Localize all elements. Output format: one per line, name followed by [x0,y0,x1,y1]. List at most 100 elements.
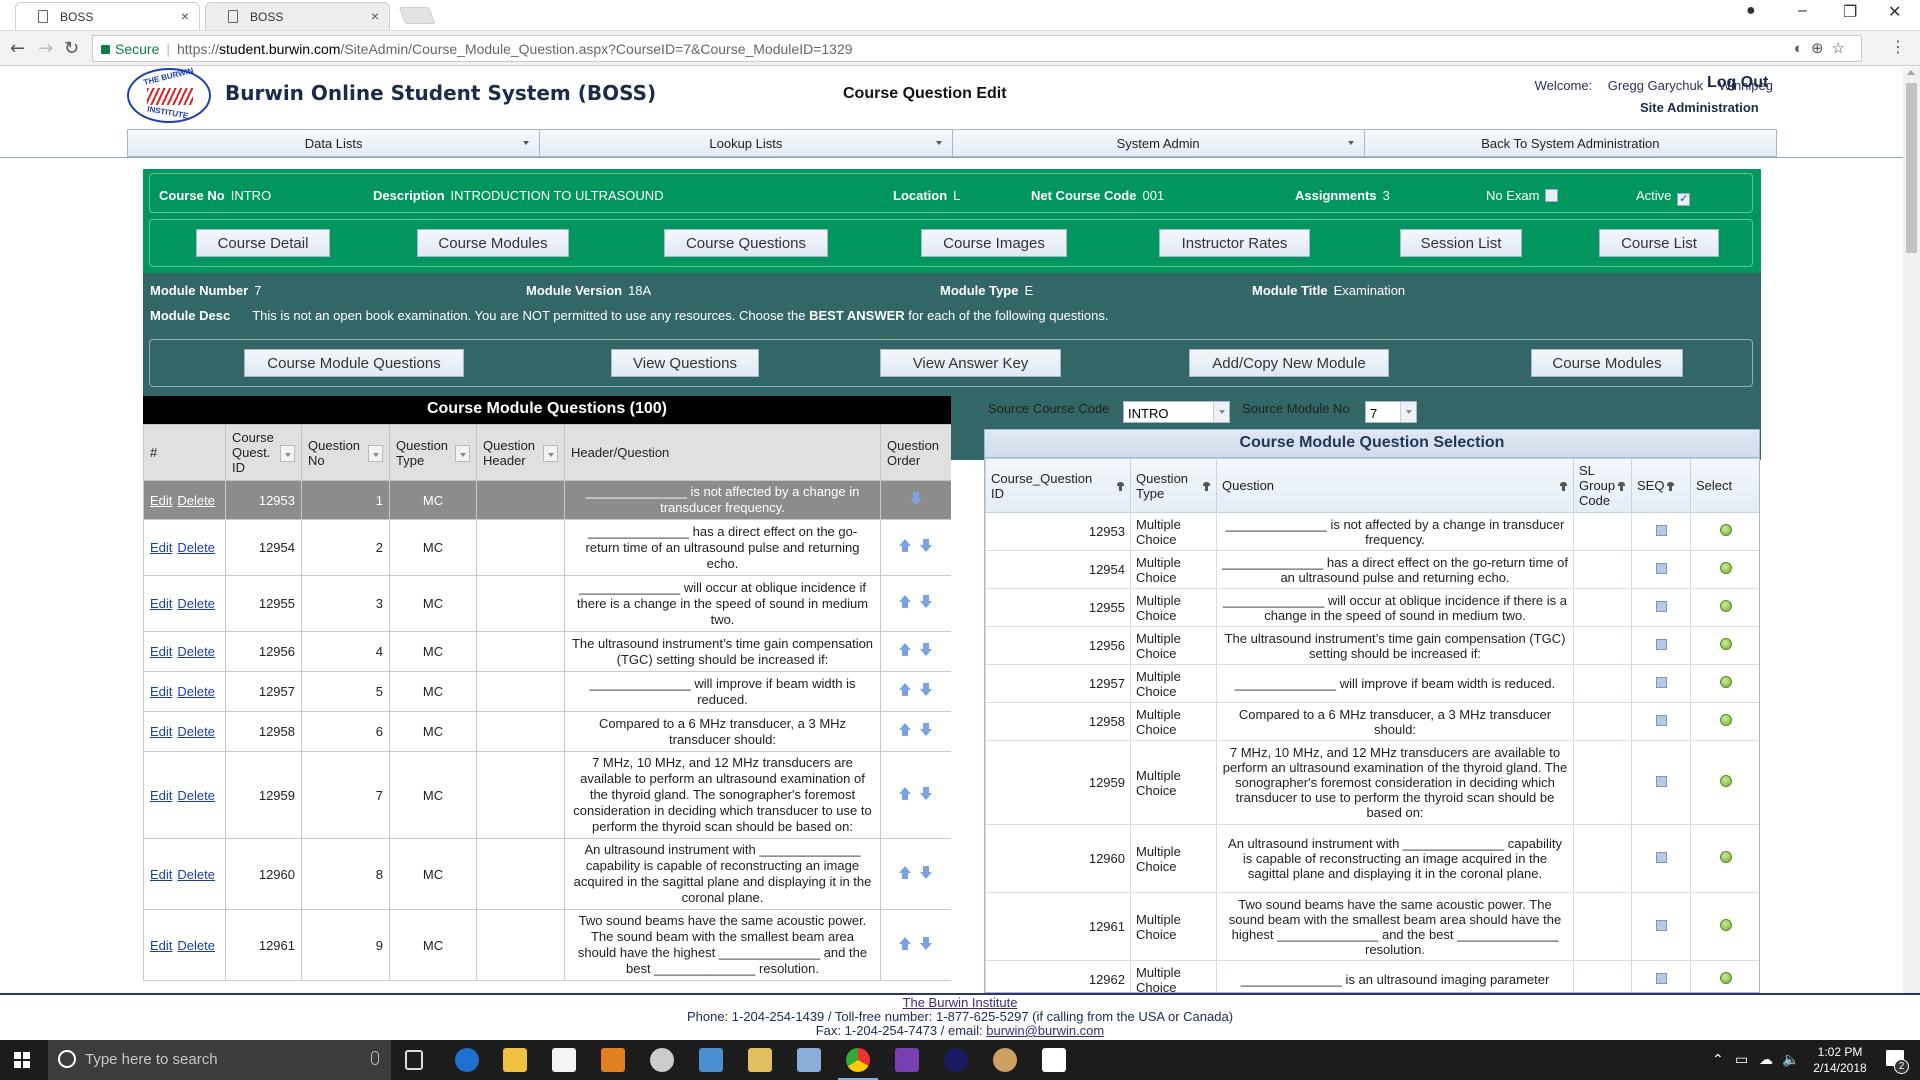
back-icon[interactable]: ← [10,38,25,59]
course-modules-button[interactable]: Course Modules [417,229,569,257]
new-tab-button[interactable] [398,7,436,24]
chevron-down-icon[interactable] [1400,402,1416,422]
taskbar-search[interactable]: Type here to search [48,1040,391,1080]
col-seq[interactable]: SEQ [1631,458,1691,513]
col-question-type[interactable]: Question Type [1130,458,1217,513]
select-check-icon[interactable] [1720,851,1732,863]
table-row[interactable]: Edit Delete 12960 8 MC An ultrasound instrume… [143,838,951,910]
delete-link[interactable]: Delete [177,644,215,659]
network-icon[interactable]: ▭ [1735,1052,1748,1068]
course-images-button[interactable]: Course Images [921,229,1067,257]
filter-dropdown-icon[interactable] [368,445,383,462]
move-down-arrow-icon[interactable] [920,723,933,737]
file-explorer-icon[interactable] [503,1048,527,1072]
table-row[interactable]: Edit Delete 12955 3 MC ______________ will oc… [143,575,951,632]
filter-dropdown-icon[interactable] [280,445,295,462]
edit-link[interactable]: Edit [150,540,172,555]
logout-link[interactable]: Log Out [1707,74,1768,92]
edit-link[interactable]: Edit [150,644,172,659]
table-row[interactable]: Edit Delete 12953 1 MC ______________ is not … [143,480,951,520]
edit-link[interactable]: Edit [150,596,172,611]
table-row[interactable]: 12954 Multiple Choice ______________ has a… [985,550,1759,589]
extension-icon[interactable]: ◐ [1794,40,1811,57]
seq-checkbox[interactable] [1655,639,1667,650]
select-check-icon[interactable] [1720,919,1732,931]
move-up-arrow-icon[interactable] [899,865,912,880]
page-scrollbar[interactable] [1903,67,1920,993]
paint-icon[interactable] [993,1048,1017,1072]
select-check-icon[interactable] [1720,524,1732,536]
move-down-arrow-icon[interactable] [920,865,933,880]
table-row[interactable]: 12956 Multiple Choice The ultrasound instr… [985,626,1759,665]
onedrive-icon[interactable]: ☁ [1759,1052,1773,1068]
source-module-no-select[interactable]: 7 [1365,401,1417,423]
filter-dropdown-icon[interactable] [455,445,470,462]
table-row[interactable]: 12961 Multiple Choice Two sound beams have… [985,892,1759,961]
delete-link[interactable]: Delete [177,788,215,803]
select-check-icon[interactable] [1720,562,1732,574]
table-row[interactable]: 12962 Multiple Choice ______________ is an… [985,960,1759,992]
delete-link[interactable]: Delete [177,938,215,953]
table-row[interactable]: 12957 Multiple Choice ______________ will … [985,664,1759,703]
col-question-header[interactable]: Question Header [476,424,565,481]
forward-icon[interactable]: → [38,38,53,59]
app-icon[interactable] [699,1048,723,1072]
move-up-arrow-icon[interactable] [899,643,912,657]
menu-back-to-system-admin[interactable]: Back To System Administration [1365,130,1776,156]
col-sl-group-code[interactable]: SL Group Code [1573,458,1632,513]
edit-link[interactable]: Edit [150,938,172,953]
menu-data-lists[interactable]: Data Lists [128,130,541,156]
edit-link[interactable]: Edit [150,867,172,882]
seq-checkbox[interactable] [1655,920,1667,931]
table-row[interactable]: 12958 Multiple Choice Compared to a 6 MHz … [985,702,1759,741]
seq-checkbox[interactable] [1655,852,1667,863]
address-bar[interactable]: Secure | https://student.burwin.com/SiteAd… [92,35,1862,62]
seq-checkbox[interactable] [1655,973,1667,984]
col-course-quest-id[interactable]: Course Quest. ID [225,424,302,481]
source-course-code-select[interactable]: INTRO [1123,401,1230,423]
no-exam-checkbox[interactable] [1545,189,1559,202]
microphone-icon[interactable] [371,1051,379,1065]
filter-icon[interactable] [1560,482,1567,491]
table-row[interactable]: 12955 Multiple Choice ______________ will … [985,588,1759,627]
browser-menu-icon[interactable]: ⋮ [1890,37,1906,56]
menu-system-admin[interactable]: System Admin [953,130,1365,156]
scroll-up-arrow-icon[interactable] [1907,70,1915,75]
table-row[interactable]: Edit Delete 12954 2 MC ______________ has a d… [143,519,951,576]
edit-link[interactable]: Edit [150,788,172,803]
col-question[interactable]: Question [1216,458,1574,513]
move-up-arrow-icon[interactable] [899,723,912,737]
reload-icon[interactable]: ↻ [64,38,79,59]
delete-link[interactable]: Delete [177,493,215,508]
select-check-icon[interactable] [1720,600,1732,612]
table-row[interactable]: 12960 Multiple Choice An ultrasound instru… [985,824,1759,893]
col-course-question-id[interactable]: Course_Question ID [985,458,1131,513]
filter-icon[interactable] [1117,482,1124,491]
seq-checkbox[interactable] [1655,601,1667,612]
photos-icon[interactable] [1042,1048,1066,1072]
select-check-icon[interactable] [1720,972,1732,984]
seq-checkbox[interactable] [1655,715,1667,726]
close-window-button[interactable]: ✕ [1888,2,1901,22]
visual-studio-icon[interactable] [895,1048,919,1072]
select-check-icon[interactable] [1720,638,1732,650]
move-down-arrow-icon[interactable] [920,643,933,657]
select-check-icon[interactable] [1720,714,1732,726]
browser-tab-active[interactable]: BOSS × [15,2,200,30]
burwin-institute-link[interactable]: The Burwin Institute [903,995,1018,1010]
app-icon[interactable] [797,1048,821,1072]
delete-link[interactable]: Delete [177,867,215,882]
course-questions-button[interactable]: Course Questions [664,229,828,257]
taskbar-clock[interactable]: 1:02 PM 2/14/2018 [1800,1044,1880,1076]
session-list-button[interactable]: Session List [1400,229,1522,257]
filter-icon[interactable] [1667,482,1674,491]
filter-dropdown-icon[interactable] [543,445,558,462]
browser-tab[interactable]: BOSS × [205,2,390,30]
active-checkbox[interactable]: ✓ [1677,193,1691,206]
show-hidden-icons[interactable]: ⌃ [1712,1052,1724,1068]
course-list-button[interactable]: Course List [1599,229,1719,257]
zoom-icon[interactable]: ⊕ [1811,40,1832,57]
view-questions-button[interactable]: View Questions [611,349,759,377]
bookmark-star-icon[interactable]: ☆ [1832,40,1853,57]
edit-link[interactable]: Edit [150,493,172,508]
